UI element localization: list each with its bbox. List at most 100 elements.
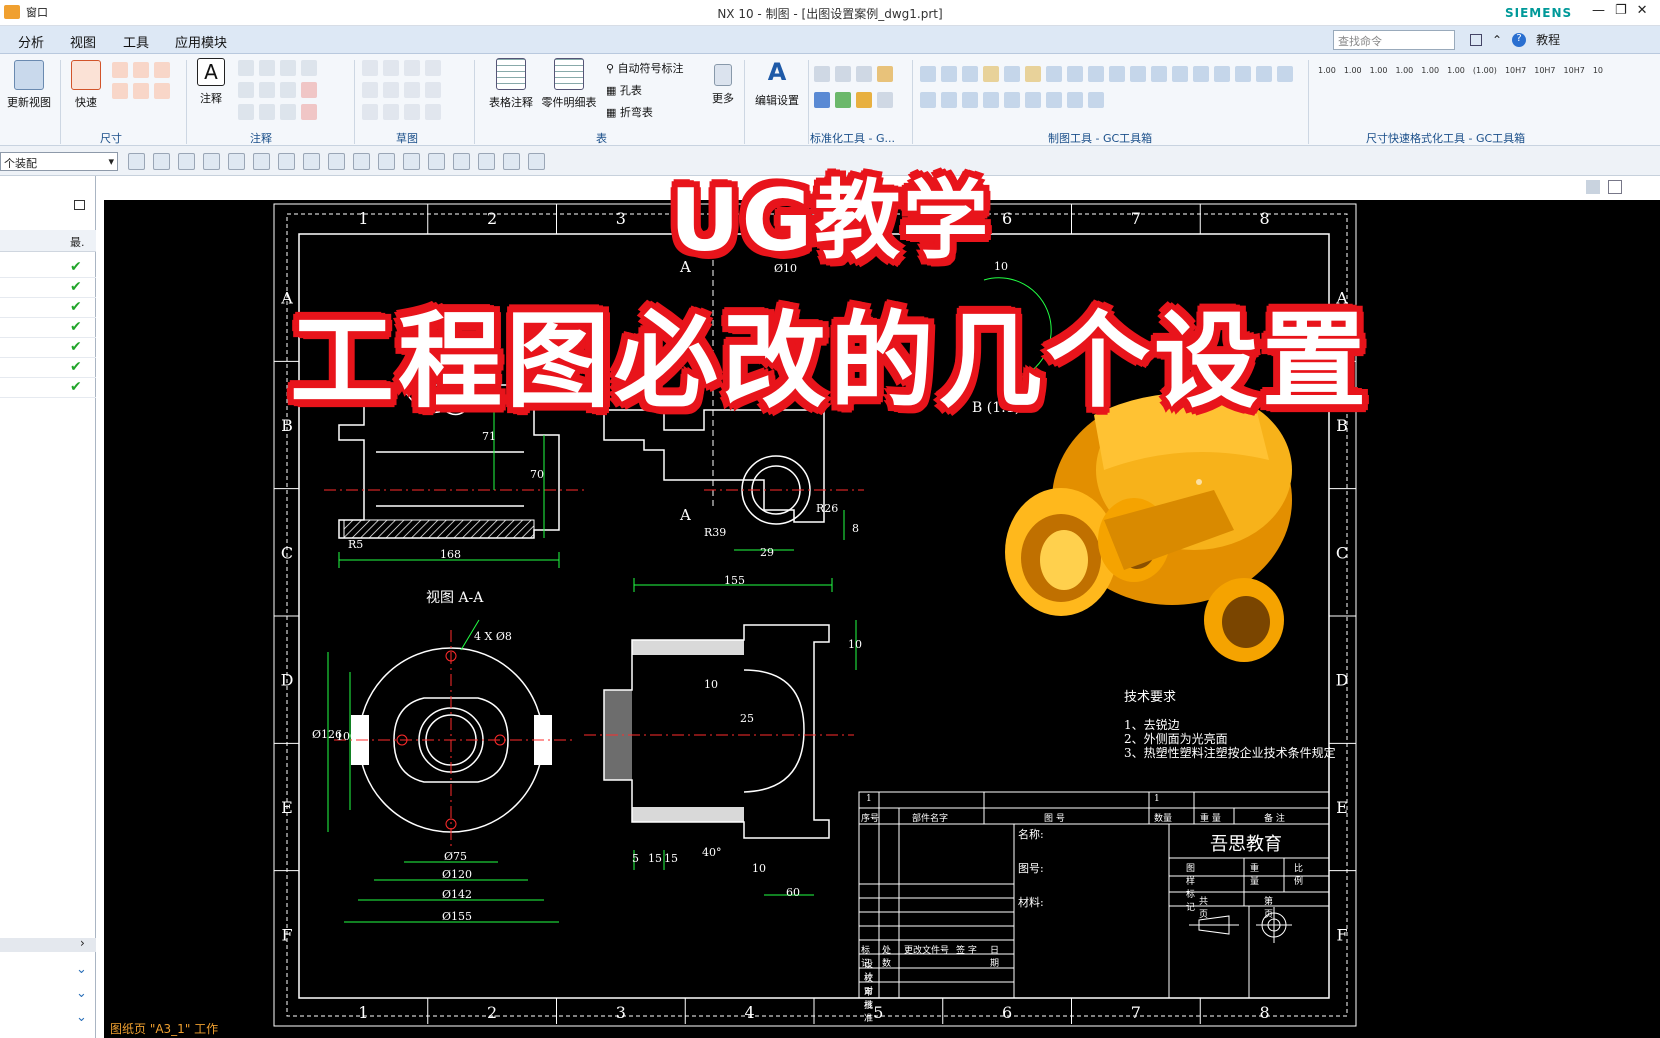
dim-format-11[interactable]: 10 — [1593, 66, 1603, 75]
chevron-down-icon[interactable]: ⌄ — [76, 962, 87, 977]
std-tool-7-icon[interactable] — [856, 92, 872, 108]
search-icon[interactable] — [259, 60, 275, 76]
gc-5-icon[interactable] — [1004, 66, 1020, 82]
dim-format-1[interactable]: 1.00 — [1318, 66, 1336, 75]
gc-25-icon[interactable] — [1046, 92, 1062, 108]
parts-list-button[interactable]: 零件明细表 — [540, 58, 598, 110]
rectangle-icon[interactable] — [383, 60, 399, 76]
arc-icon[interactable] — [425, 60, 441, 76]
command-search-input[interactable]: 查找命令 — [1333, 30, 1455, 50]
gc-20-icon[interactable] — [941, 92, 957, 108]
dim-format-2[interactable]: 1.00 — [1344, 66, 1362, 75]
gc-13-icon[interactable] — [1172, 66, 1188, 82]
gc-8-icon[interactable] — [1067, 66, 1083, 82]
tab-tools[interactable]: 工具 — [123, 32, 149, 51]
arc-dim-icon[interactable] — [133, 83, 149, 99]
radial-dim-icon[interactable] — [112, 62, 128, 78]
gc-18-icon[interactable] — [1277, 66, 1293, 82]
hatch-icon[interactable] — [301, 82, 317, 98]
gc-27-icon[interactable] — [1088, 92, 1104, 108]
dim-format-3[interactable]: 1.00 — [1370, 66, 1388, 75]
gc-9-icon[interactable] — [1088, 66, 1104, 82]
centerline-icon[interactable] — [280, 82, 296, 98]
std-tool-5-icon[interactable] — [814, 92, 830, 108]
table-note-button[interactable]: 表格注释 — [486, 58, 536, 110]
annotation-button[interactable]: A 注释 — [194, 58, 228, 106]
tab-view[interactable]: 视图 — [70, 32, 96, 51]
gc-24-icon[interactable] — [1025, 92, 1041, 108]
line-icon[interactable] — [404, 60, 420, 76]
ordinate-dim-icon[interactable] — [154, 83, 170, 99]
maximize-button[interactable]: ❐ — [1615, 3, 1627, 18]
feature-control-icon[interactable] — [238, 82, 254, 98]
auto-balloon-button[interactable]: ⚲ 自动符号标注 — [606, 60, 684, 76]
chevron-right-icon[interactable]: › — [80, 936, 85, 950]
gc-15-icon[interactable] — [1214, 66, 1230, 82]
trim-icon[interactable] — [383, 104, 399, 120]
close-button[interactable]: ✕ — [1637, 3, 1648, 18]
more-button[interactable]: 更多 — [708, 64, 738, 106]
close-icon[interactable] — [280, 60, 296, 76]
thickness-dim-icon[interactable] — [112, 83, 128, 99]
gc-17-icon[interactable] — [1256, 66, 1272, 82]
chevron-down-icon[interactable]: ⌄ — [76, 986, 87, 1001]
offset-icon[interactable] — [425, 104, 441, 120]
std-tool-1-icon[interactable] — [814, 66, 830, 82]
gc-7-icon[interactable] — [1046, 66, 1062, 82]
minimize-button[interactable]: — — [1592, 3, 1605, 18]
dim-format-4[interactable]: 1.00 — [1395, 66, 1413, 75]
gc-11-icon[interactable] — [1130, 66, 1146, 82]
edit-settings-button[interactable]: A 编辑设置 — [752, 58, 802, 108]
chevron-up-icon[interactable]: ⌃ — [1492, 33, 1502, 47]
point-icon[interactable] — [383, 82, 399, 98]
spline-icon[interactable] — [404, 82, 420, 98]
std-tool-8-icon[interactable] — [877, 92, 893, 108]
zoom-icon[interactable] — [238, 104, 254, 120]
quick-dimension-button[interactable]: 快速 — [66, 60, 106, 110]
target-icon[interactable] — [301, 60, 317, 76]
chevron-down-icon[interactable]: ⌄ — [76, 1010, 87, 1025]
tab-applications[interactable]: 应用模块 — [175, 32, 227, 51]
gc-16-icon[interactable] — [1235, 66, 1251, 82]
std-tool-6-icon[interactable] — [835, 92, 851, 108]
gc-10-icon[interactable] — [1109, 66, 1125, 82]
ellipse-icon[interactable] — [362, 104, 378, 120]
window-icon[interactable] — [1470, 33, 1482, 46]
sketch-icon[interactable] — [362, 60, 378, 76]
bend-table-button[interactable]: ▦ 折弯表 — [606, 104, 653, 120]
weld-icon[interactable] — [301, 104, 317, 120]
std-tool-3-icon[interactable] — [856, 66, 872, 82]
symbol-icon[interactable] — [238, 60, 254, 76]
dim-format-10[interactable]: 10H7 — [1564, 66, 1585, 75]
tutorial-link[interactable]: 教程 — [1536, 31, 1560, 48]
help-icon[interactable]: ? — [1512, 32, 1527, 47]
gc-19-icon[interactable] — [920, 92, 936, 108]
update-view-button[interactable]: 更新视图 — [4, 60, 54, 110]
datum-icon[interactable] — [259, 82, 275, 98]
gc-12-icon[interactable] — [1151, 66, 1167, 82]
hole-table-button[interactable]: ▦ 孔表 — [606, 82, 642, 98]
horizontal-scrollbar[interactable]: › — [0, 936, 96, 952]
dim-format-8[interactable]: 10H7 — [1505, 66, 1526, 75]
angular-dim-icon[interactable] — [133, 62, 149, 78]
gc-14-icon[interactable] — [1193, 66, 1209, 82]
chamfer-dim-icon[interactable] — [154, 62, 170, 78]
dim-format-9[interactable]: 10H7 — [1534, 66, 1555, 75]
gc-6-icon[interactable] — [1025, 66, 1041, 82]
gc-21-icon[interactable] — [962, 92, 978, 108]
gc-2-icon[interactable] — [941, 66, 957, 82]
gc-3-icon[interactable] — [962, 66, 978, 82]
tab-analysis[interactable]: 分析 — [18, 32, 44, 51]
fillet-icon[interactable] — [404, 104, 420, 120]
surface-finish-icon[interactable] — [280, 104, 296, 120]
dim-format-6[interactable]: 1.00 — [1447, 66, 1465, 75]
circle-icon[interactable] — [362, 82, 378, 98]
dim-format-7[interactable]: (1.00) — [1473, 66, 1497, 75]
gc-26-icon[interactable] — [1067, 92, 1083, 108]
std-tool-2-icon[interactable] — [835, 66, 851, 82]
gc-1-icon[interactable] — [920, 66, 936, 82]
polygon-icon[interactable] — [425, 82, 441, 98]
gc-22-icon[interactable] — [983, 92, 999, 108]
dim-format-5[interactable]: 1.00 — [1421, 66, 1439, 75]
image-icon[interactable] — [259, 104, 275, 120]
